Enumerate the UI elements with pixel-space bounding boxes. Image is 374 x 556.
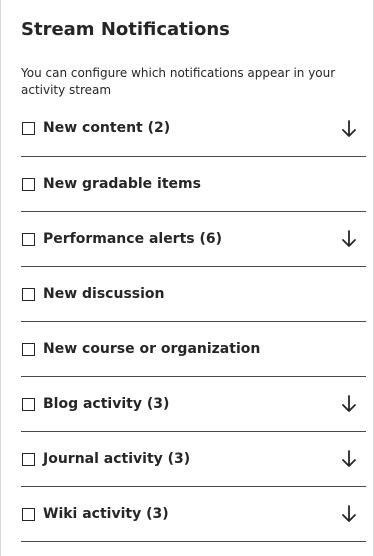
checkbox-new-content[interactable] [22,121,35,135]
expand-arrow-down-icon[interactable] [341,505,357,523]
panel-title: Stream Notifications [21,19,230,40]
checkbox-new-gradable-items[interactable] [22,177,35,191]
notification-item-wiki-activity: Wiki activity (3) [21,487,366,542]
notification-item-performance-alerts: Performance alerts (6) [21,212,366,267]
checkbox-blog-activity[interactable] [22,397,35,411]
notification-label: New content (2) [43,120,171,136]
notification-item-new-gradable-items: New gradable items [21,157,366,212]
expand-arrow-down-icon[interactable] [341,230,357,248]
notification-label: Wiki activity (3) [43,506,169,522]
checkbox-wiki-activity[interactable] [22,507,35,521]
notification-label: Blog activity (3) [43,396,170,412]
panel-description: You can configure which notifications ap… [21,66,336,97]
notification-item-new-course-or-organization: New course or organization [21,322,366,377]
notification-label: New course or organization [43,341,261,357]
notification-label: New discussion [43,286,165,302]
checkbox-journal-activity[interactable] [22,452,35,466]
notification-label: New gradable items [43,176,201,192]
notification-item-blog-activity: Blog activity (3) [21,377,366,432]
stream-notifications-panel: Stream Notifications You can configure w… [0,0,374,556]
notification-list: New content (2) New gradable items Perfo… [21,101,366,542]
expand-arrow-down-icon[interactable] [341,450,357,468]
checkbox-new-discussion[interactable] [22,287,35,301]
notification-item-new-discussion: New discussion [21,267,366,322]
expand-arrow-down-icon[interactable] [341,395,357,413]
notification-item-new-content: New content (2) [21,101,366,157]
notification-label: Journal activity (3) [43,451,191,467]
notification-label: Performance alerts (6) [43,231,223,247]
checkbox-performance-alerts[interactable] [22,232,35,246]
checkbox-new-course-or-organization[interactable] [22,342,35,356]
expand-arrow-down-icon[interactable] [341,119,357,138]
notification-item-journal-activity: Journal activity (3) [21,432,366,487]
